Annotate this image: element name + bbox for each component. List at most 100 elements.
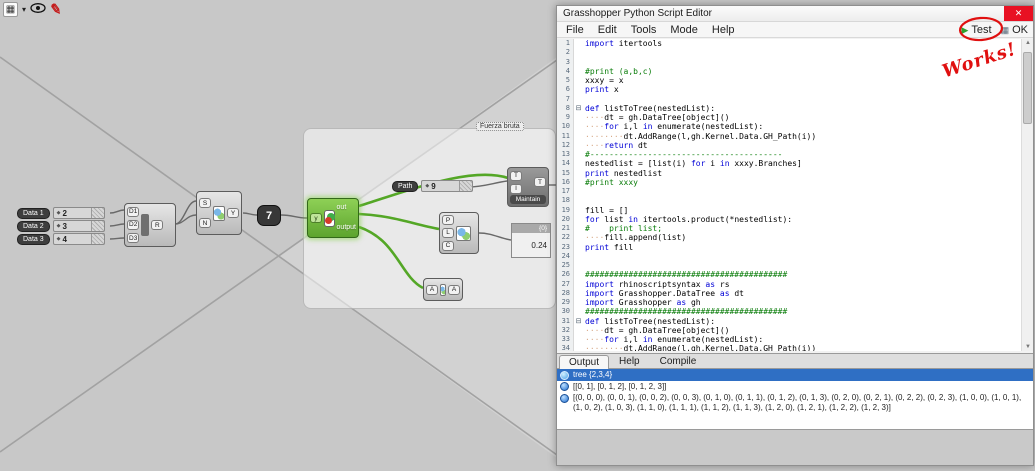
python-component[interactable]: y out output (307, 198, 359, 238)
test-button[interactable]: ▶ Test (961, 24, 991, 36)
menu-edit[interactable]: Edit (591, 23, 624, 37)
code-text: print x (585, 85, 619, 95)
data-panel-value[interactable]: ◆ 3 (52, 220, 105, 232)
result-panel[interactable]: {0} 0.24 (511, 223, 551, 258)
red-pen-icon[interactable]: ✎ (49, 0, 63, 18)
path-value[interactable]: ◆ 9 (421, 180, 474, 192)
dropdown-arrow-icon[interactable]: ▾ (22, 5, 26, 14)
scroll-up-icon[interactable]: ▲ (1022, 40, 1033, 46)
code-line[interactable]: 30 ######################################… (557, 307, 1033, 317)
code-line[interactable]: 14 nestedlist = [list(i) for i in xxxy.Br… (557, 159, 1033, 169)
data-panel[interactable]: Data 3 ◆ 4 (17, 233, 105, 245)
output-row[interactable]: [(0, 0, 0), (0, 0, 1), (0, 0, 2), (0, 0,… (557, 392, 1033, 413)
code-line[interactable]: 1 import itertools (557, 39, 1033, 49)
python-port-out[interactable]: out (337, 204, 356, 212)
menu-help[interactable]: Help (705, 23, 742, 37)
code-line[interactable]: 10 ····for i,l in enumerate(nestedList): (557, 122, 1033, 132)
merge-port-d1[interactable]: D1 (127, 206, 140, 217)
code-line[interactable]: 29 import Grasshopper as gh (557, 298, 1033, 308)
code-line[interactable]: 16 #print xxxy (557, 177, 1033, 187)
code-line[interactable]: 19 fill = [] (557, 205, 1033, 215)
number-node[interactable]: 7 (257, 205, 281, 226)
path-label[interactable]: Path (392, 180, 419, 192)
code-line[interactable]: 23 print fill (557, 242, 1033, 252)
aa-port-in[interactable]: A (426, 284, 438, 295)
fold-marker[interactable]: ⊟ (574, 316, 583, 326)
code-line[interactable]: 21 # print list; (557, 224, 1033, 234)
data-panel-label[interactable]: Data 1 (17, 207, 50, 219)
plc-port-p[interactable]: P (442, 215, 454, 226)
fold-marker[interactable]: ⊟ (574, 103, 583, 113)
line-number: 11 (557, 131, 574, 141)
code-line[interactable]: 13 #-------------------------------------… (557, 150, 1033, 160)
entwine-port-s[interactable]: S (199, 198, 211, 208)
code-line[interactable]: 28 import Grasshopper.DataTree as dt (557, 288, 1033, 298)
data-panel-value[interactable]: ◆ 4 (52, 233, 105, 245)
code-line[interactable]: 24 (557, 251, 1033, 261)
code-line[interactable]: 15 print nestedlist (557, 168, 1033, 178)
data-panel-label[interactable]: Data 3 (17, 233, 50, 245)
entwine-component[interactable]: S N Y (196, 191, 242, 235)
data-panel-label[interactable]: Data 2 (17, 220, 50, 232)
title-bar[interactable]: Grasshopper Python Script Editor ✕ (557, 6, 1033, 22)
code-line[interactable]: 6 print x (557, 85, 1033, 95)
aa-port-out[interactable]: A (448, 284, 460, 295)
plc-component[interactable]: P L C (439, 212, 479, 254)
close-button[interactable]: ✕ (1004, 6, 1033, 21)
code-editor[interactable]: 1 import itertools 2 3 4 #print (a,b,c) 5 xxxy … (557, 39, 1033, 351)
ok-button[interactable]: ▦ OK (1001, 24, 1028, 36)
code-line[interactable]: 26 ######################################… (557, 270, 1033, 280)
tab-help[interactable]: Help (609, 354, 650, 368)
aa-component[interactable]: A A (423, 278, 463, 301)
code-line[interactable]: 33 ····for i,l in enumerate(nestedList): (557, 335, 1033, 345)
code-line[interactable]: 12 ····return dt (557, 140, 1033, 150)
merge-port-d3[interactable]: D3 (127, 233, 140, 244)
eye-icon[interactable] (30, 1, 46, 19)
code-line[interactable]: 25 (557, 261, 1033, 271)
python-port-y[interactable]: y (310, 213, 322, 223)
code-line[interactable]: 9 ····dt = gh.DataTree[object]() (557, 113, 1033, 123)
code-line[interactable]: 32 ····dt = gh.DataTree[object]() (557, 325, 1033, 335)
maintain-port-i[interactable]: I (510, 183, 522, 194)
maintain-port-t-out[interactable]: T (534, 177, 546, 187)
group-label[interactable]: Fuerza bruta (476, 122, 524, 131)
output-row[interactable]: tree {2,3,4} (557, 369, 1033, 381)
code-line[interactable]: 18 (557, 196, 1033, 206)
path-panel[interactable]: Path ◆ 9 (392, 180, 474, 192)
canvas-grid-icon[interactable]: ▦ (3, 2, 18, 17)
menu-tools[interactable]: Tools (624, 23, 664, 37)
merge-port-d2[interactable]: D2 (127, 219, 140, 230)
code-line[interactable]: 34 ········dt.AddRange(l,gh.Kernel.Data.G… (557, 344, 1033, 351)
entwine-port-y[interactable]: Y (227, 208, 239, 218)
code-line[interactable]: 20 for list in itertools.product(*nestedl… (557, 214, 1033, 224)
python-port-output[interactable]: output (337, 224, 356, 232)
merge-component[interactable]: D1 D2 D3 R (124, 203, 176, 247)
scroll-down-icon[interactable]: ▼ (1022, 344, 1033, 350)
code-line[interactable]: 27 import rhinoscriptsyntax as rs (557, 279, 1033, 289)
menu-file[interactable]: File (559, 23, 591, 37)
code-line[interactable]: 31 ⊟ def listToTree(nestedList): (557, 316, 1033, 326)
data-panel-value[interactable]: ◆ 2 (52, 207, 105, 219)
maintain-port-t-in[interactable]: T (510, 170, 522, 181)
data-panel[interactable]: Data 1 ◆ 2 (17, 207, 105, 219)
entwine-port-n[interactable]: N (199, 218, 211, 228)
maintain-component[interactable]: T I T Maintain (507, 167, 549, 207)
code-line[interactable]: 8 ⊟ def listToTree(nestedList): (557, 103, 1033, 113)
code-line[interactable]: 5 xxxy = x (557, 76, 1033, 86)
code-line[interactable]: 22 ····fill.append(list) (557, 233, 1033, 243)
plc-port-l[interactable]: L (442, 227, 454, 238)
plc-port-c[interactable]: C (442, 240, 454, 251)
line-number: 5 (557, 76, 574, 86)
data-panel[interactable]: Data 2 ◆ 3 (17, 220, 105, 232)
tab-output[interactable]: Output (559, 355, 610, 369)
tab-compile[interactable]: Compile (650, 354, 707, 368)
output-row[interactable]: [[0, 1], [0, 1, 2], [0, 1, 2, 3]] (557, 381, 1033, 393)
code-scrollbar[interactable]: ▲ ▼ (1021, 39, 1033, 351)
merge-port-r[interactable]: R (151, 220, 164, 230)
scrollbar-thumb[interactable] (1023, 52, 1032, 124)
code-line[interactable]: 17 (557, 187, 1033, 197)
output-list[interactable]: tree {2,3,4} [[0, 1], [0, 1, 2], [0, 1, 2… (557, 369, 1033, 430)
code-line[interactable]: 11 ········dt.AddRange(l,gh.Kernel.Data.G… (557, 131, 1033, 141)
menu-mode[interactable]: Mode (663, 23, 705, 37)
code-line[interactable]: 7 (557, 94, 1033, 104)
